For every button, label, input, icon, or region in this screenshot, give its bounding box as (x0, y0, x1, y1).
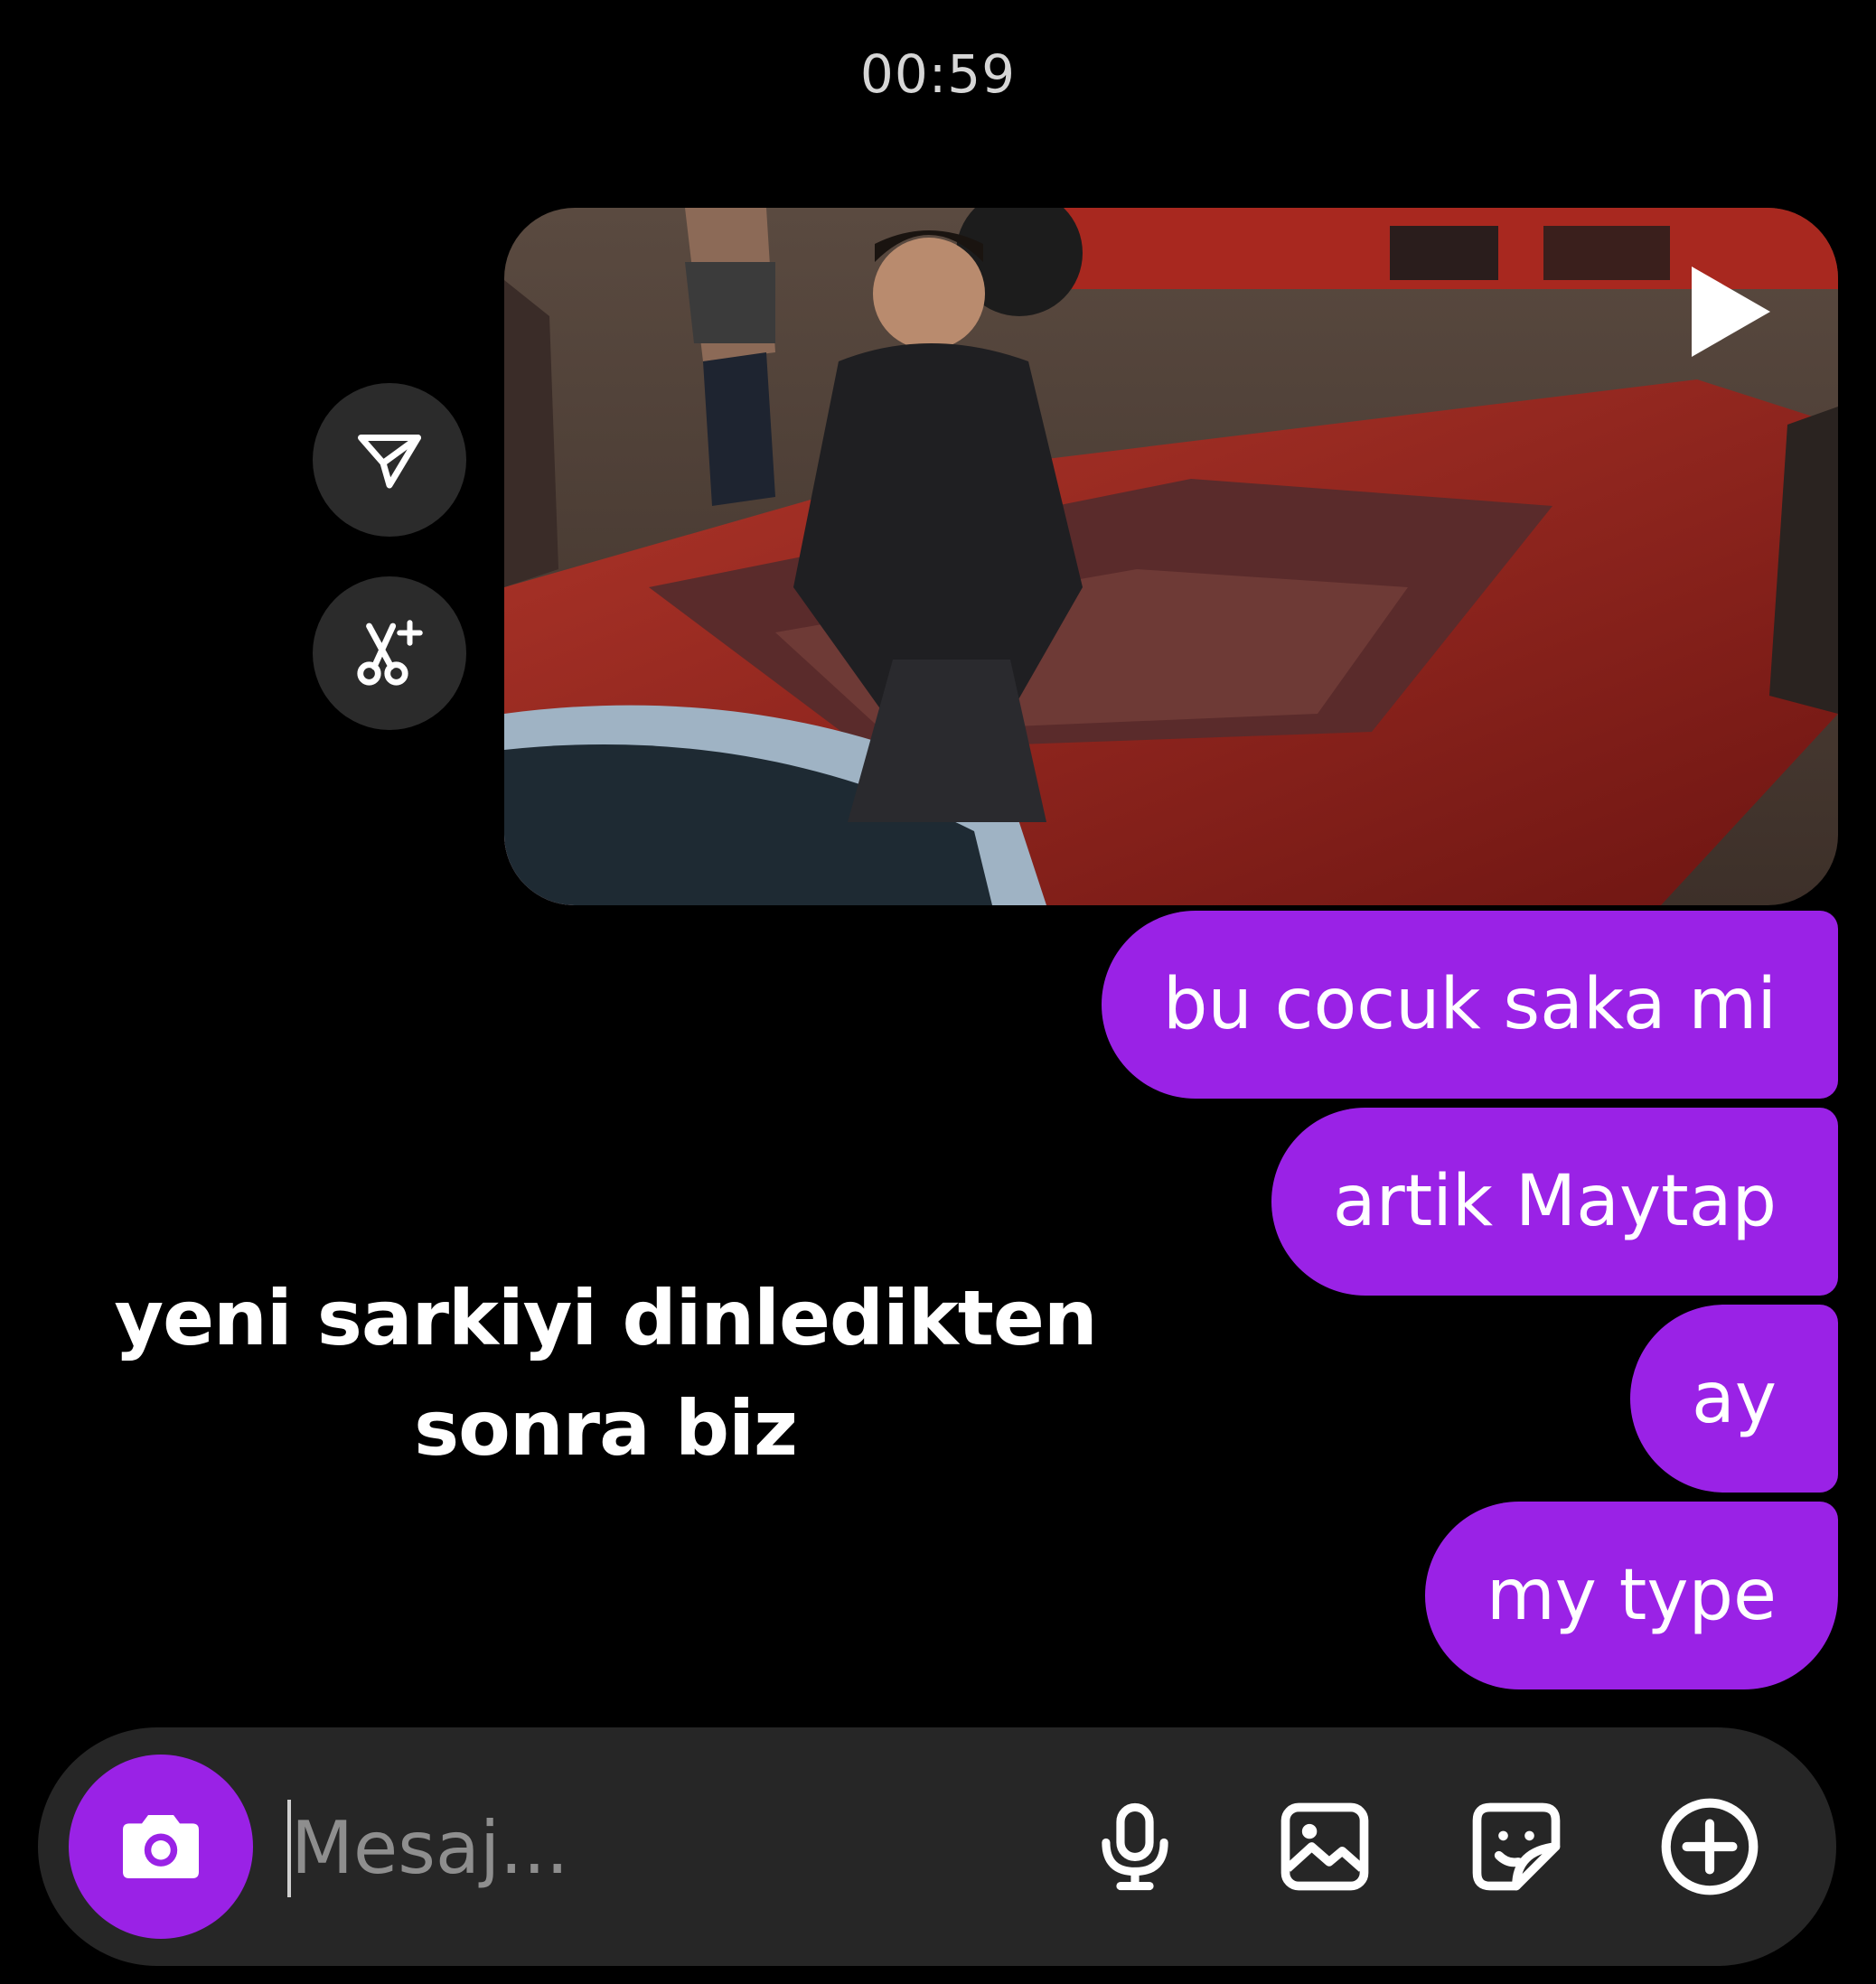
video-message[interactable] (504, 208, 1838, 905)
more-button[interactable] (1650, 1787, 1769, 1906)
timestamp: 00:59 (859, 43, 1017, 105)
ai-edit-button[interactable] (313, 576, 466, 730)
message-text: ay (1692, 1358, 1777, 1439)
sent-message[interactable]: ay (1630, 1305, 1838, 1493)
gallery-button[interactable] (1265, 1787, 1384, 1906)
share-button[interactable] (313, 383, 466, 537)
message-composer (38, 1727, 1836, 1966)
scissors-sparkle-icon (357, 620, 423, 686)
sticker-button[interactable] (1457, 1787, 1576, 1906)
message-text: bu cocuk saka mi (1162, 964, 1777, 1045)
overlay-caption: yeni sarkiyi dinledikten sonra biz (81, 1263, 1130, 1483)
caption-line: sonra biz (414, 1384, 798, 1473)
microphone-button[interactable] (1075, 1787, 1195, 1906)
sticker-icon (1472, 1802, 1561, 1891)
paper-plane-icon (358, 435, 421, 489)
message-text: artik Maytap (1332, 1161, 1777, 1242)
gallery-icon (1280, 1802, 1369, 1891)
video-thumbnail (504, 208, 1838, 905)
plus-icon (1661, 1798, 1759, 1895)
microphone-icon (1102, 1802, 1168, 1891)
play-icon[interactable] (1684, 262, 1775, 361)
camera-icon (123, 1815, 199, 1878)
camera-button[interactable] (69, 1755, 253, 1939)
message-text: my type (1486, 1555, 1777, 1636)
sent-message[interactable]: bu cocuk saka mi (1101, 911, 1838, 1099)
message-input[interactable] (289, 1791, 1016, 1904)
sent-message[interactable]: artik Maytap (1271, 1108, 1838, 1296)
sent-message[interactable]: my type (1424, 1502, 1838, 1689)
caption-line: yeni sarkiyi dinledikten (114, 1274, 1097, 1362)
